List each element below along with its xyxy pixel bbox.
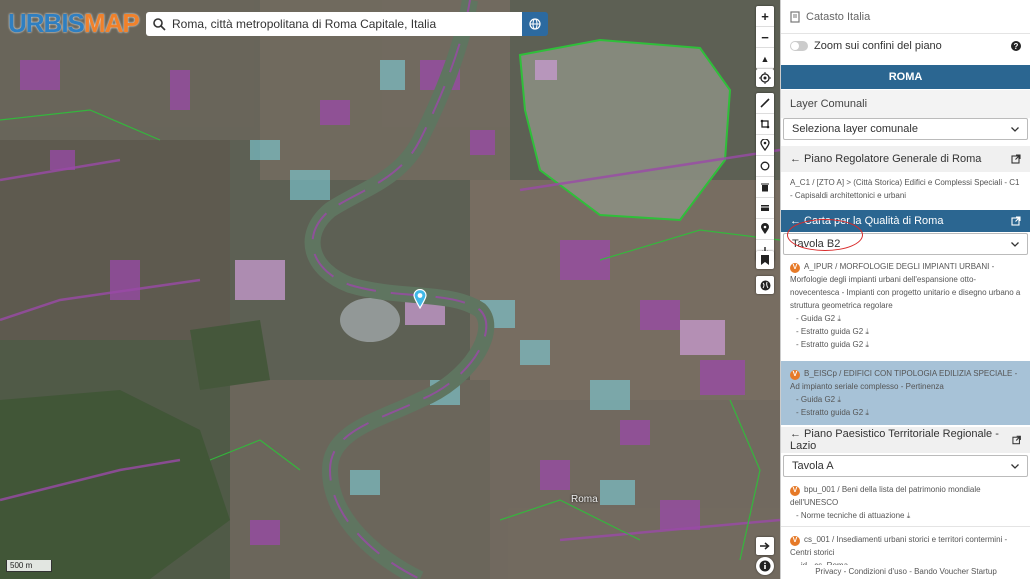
crosshair-icon: [759, 72, 771, 84]
cqr-title: ← Carta per la Qualità di Roma: [790, 215, 944, 227]
arrow-right-icon: [760, 542, 770, 550]
v-badge: V: [790, 536, 800, 546]
prg-title: ← Piano Regolatore Generale di Roma: [790, 153, 982, 165]
layer-comunali-title: Layer Comunali: [781, 90, 1030, 118]
satellite-map[interactable]: [0, 0, 780, 579]
download-link[interactable]: - Norme tecniche di attuazione ⤓: [790, 509, 1021, 522]
trash-icon[interactable]: [756, 177, 774, 198]
chevron-down-icon: [1011, 241, 1019, 247]
zoom-toggle-label: Zoom sui confini del piano: [814, 40, 942, 52]
v-badge: V: [790, 486, 800, 496]
prg-header[interactable]: ← Piano Regolatore Generale di Roma: [781, 146, 1030, 172]
logo-part-map: MAP: [83, 8, 140, 38]
external-link-icon[interactable]: [1011, 154, 1021, 164]
footer-links[interactable]: Privacy - Condizioni d'uso - Bando Vouch…: [781, 565, 1030, 579]
zoom-in-button[interactable]: +: [756, 6, 774, 27]
layers-icon[interactable]: [756, 198, 774, 219]
cqr-item-highlighted: V B_EISCp / EDIFICI CON TIPOLOGIA EDILIZI…: [781, 361, 1030, 425]
map-pin-icon[interactable]: [413, 289, 427, 309]
chevron-down-icon: [1011, 126, 1019, 132]
info-icon: [759, 560, 771, 572]
world-button[interactable]: [756, 276, 774, 294]
map-view[interactable]: URBISMAP Roma, città metropolitana di Ro…: [0, 0, 780, 579]
search-value: Roma, città metropolitana di Roma Capita…: [172, 17, 437, 31]
download-link[interactable]: - Estratto guida G2 ⤓: [790, 338, 1021, 351]
cqr-item-text: A_IPUR / MORFOLOGIE DEGLI IMPIANTI URBAN…: [790, 262, 1021, 310]
prg-description: A_C1 / [ZTO A] > (Città Storica) Edifici…: [790, 178, 1020, 200]
zoom-toggle-switch[interactable]: [790, 41, 808, 51]
ptpr-title: ← Piano Paesistico Territoriale Regional…: [790, 428, 999, 452]
marker-icon[interactable]: [756, 135, 774, 156]
globe-icon: [529, 18, 541, 30]
pencil-icon[interactable]: [756, 93, 774, 114]
scale-bar: 500 m: [6, 560, 52, 572]
reset-north-button[interactable]: ▲: [756, 48, 774, 69]
layer-comunali-select-value: Seleziona layer comunale: [792, 123, 918, 135]
cqr-item-text: B_EISCp / EDIFICI CON TIPOLOGIA EDILIZIA…: [790, 369, 1018, 391]
polygon-icon[interactable]: [756, 114, 774, 135]
zoom-out-button[interactable]: −: [756, 27, 774, 48]
ptpr-tavola-select[interactable]: Tavola A: [783, 455, 1028, 477]
ptpr-item-text: bpu_001 / Beni della lista del patrimoni…: [790, 485, 981, 507]
v-badge: V: [790, 370, 800, 380]
ptpr-item: Vbpu_001 / Beni della lista del patrimon…: [781, 481, 1030, 526]
download-link[interactable]: - Estratto guida G2 ⤓: [790, 325, 1021, 338]
v-badge: V: [790, 263, 800, 273]
location-icon[interactable]: [756, 219, 774, 240]
bookmark-icon: [761, 255, 769, 265]
ptpr-header[interactable]: ← Piano Paesistico Territoriale Regional…: [781, 427, 1030, 453]
download-link[interactable]: - Guida G2 ⤓: [790, 312, 1021, 325]
download-link[interactable]: - Estratto guida G2 ⤓: [790, 406, 1021, 419]
book-icon: [790, 10, 800, 23]
draw-toolbar: [756, 93, 774, 261]
map-label-roma: Roma: [571, 494, 598, 505]
catasto-label: Catasto Italia: [806, 10, 871, 23]
city-header: ROMA: [781, 65, 1030, 89]
help-icon[interactable]: ?: [1011, 41, 1021, 51]
globe-button[interactable]: [522, 12, 548, 36]
zoom-controls: + − ▲: [756, 6, 774, 69]
external-link-icon[interactable]: [1011, 216, 1021, 226]
download-link[interactable]: - Guida G2 ⤓: [790, 393, 1021, 406]
cqr-header[interactable]: ← Carta per la Qualità di Roma: [781, 210, 1030, 232]
info-button[interactable]: [756, 557, 774, 575]
ptpr-item-text: cs_001 / Insediamenti urbani storici e t…: [790, 535, 1008, 557]
world-icon: [760, 280, 770, 290]
search-input[interactable]: Roma, città metropolitana di Roma Capita…: [146, 12, 522, 36]
logo-part-urbis: URBIS: [8, 8, 85, 38]
chevron-down-icon: [1011, 463, 1019, 469]
bookmark-button[interactable]: [756, 251, 774, 269]
external-link-icon[interactable]: [1012, 435, 1021, 445]
collapse-panel-button[interactable]: [756, 537, 774, 555]
catasto-row[interactable]: Catasto Italia: [781, 0, 1030, 34]
cqr-tavola-select[interactable]: Tavola B2: [783, 233, 1028, 255]
urbismap-logo[interactable]: URBISMAP: [8, 8, 140, 38]
zoom-toggle-row[interactable]: Zoom sui confini del piano ?: [781, 34, 1030, 58]
layer-comunali-select[interactable]: Seleziona layer comunale: [783, 118, 1028, 140]
cqr-item: V A_IPUR / MORFOLOGIE DEGLI IMPIANTI URBA…: [781, 258, 1030, 355]
info-panel: Catasto Italia Zoom sui confini del pian…: [780, 0, 1030, 579]
ptpr-tavola-value: Tavola A: [792, 460, 834, 472]
search-icon: [153, 18, 166, 31]
circle-icon[interactable]: [756, 156, 774, 177]
locate-button[interactable]: [756, 69, 774, 87]
cqr-tavola-value: Tavola B2: [792, 238, 841, 250]
